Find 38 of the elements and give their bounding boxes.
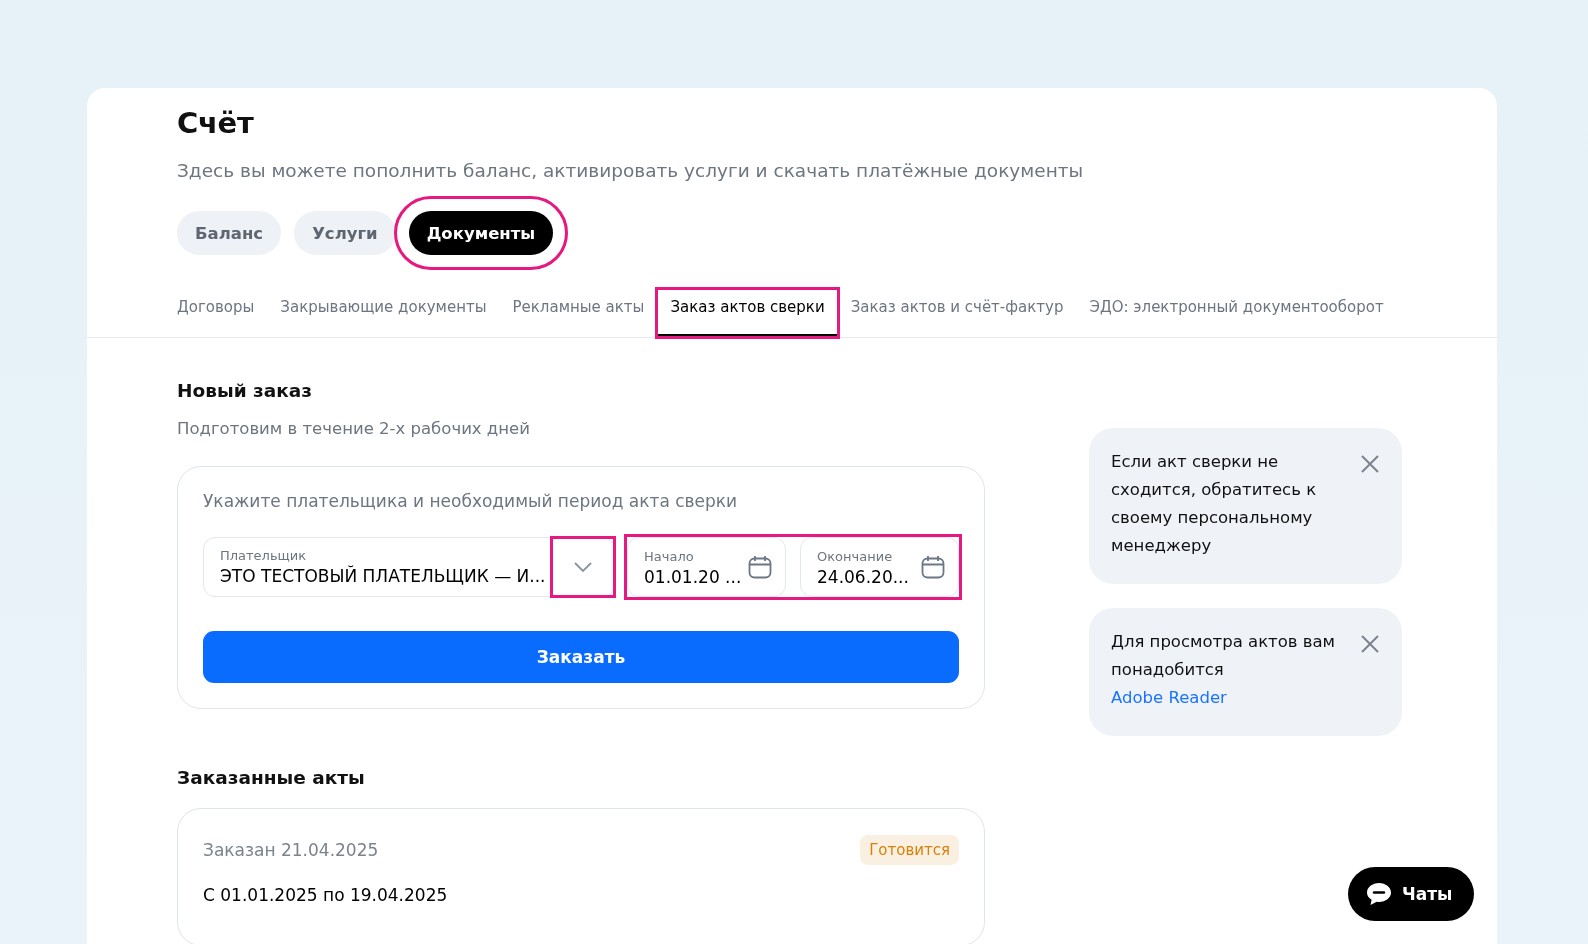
document-tab[interactable]: ЭДО: электронный документооборот <box>1076 289 1397 337</box>
page-subtitle: Здесь вы можете пополнить баланс, активировать услуги и скачать платёжные документы <box>177 160 1085 181</box>
calendar-icon <box>747 554 773 580</box>
document-tab[interactable]: Договоры <box>177 289 268 337</box>
end-date-field[interactable]: Окончание 24.06.20... <box>800 537 959 597</box>
section-tab[interactable]: Услуги <box>294 211 396 255</box>
calendar-icon <box>920 554 946 580</box>
info-text: Для просмотра актов вам понадобится Adobe Reader <box>1111 631 1337 709</box>
section-subtitle: Подготовим в течение 2-х рабочих дней <box>177 419 531 438</box>
section-title: Новый заказ <box>177 380 314 401</box>
payer-dropdown[interactable]: Плательщик ЭТО ТЕСТОВЫЙ ПЛАТЕЛЬЩИК — И... <box>203 537 615 597</box>
section-tab[interactable]: Баланс <box>177 211 282 255</box>
field-value: 24.06.20... <box>817 566 910 587</box>
field-label: Плательщик <box>220 548 308 563</box>
chevron-down-icon <box>574 562 592 572</box>
document-tab[interactable]: Заказ актов и счёт-фактур <box>837 289 1077 337</box>
start-date-field[interactable]: Начало 01.01.20 ... <box>627 537 786 597</box>
document-tab[interactable]: Закрывающие документы <box>267 289 500 337</box>
status-badge: Готовится <box>860 835 959 865</box>
info-text: Если акт сверки не сходится, обратитесь к своему персональному менеджеру <box>1111 451 1318 557</box>
field-value: ЭТО ТЕСТОВЫЙ ПЛАТЕЛЬЩИК — И... <box>220 566 547 586</box>
section-title: Заказанные акты <box>177 767 366 788</box>
order-button[interactable]: Заказать <box>203 631 959 683</box>
field-label: Окончание <box>817 548 894 564</box>
order-period: С 01.01.2025 по 19.04.2025 <box>203 885 449 905</box>
adobe-reader-link[interactable]: Adobe Reader <box>1111 688 1227 707</box>
dropdown-toggle[interactable] <box>552 538 614 596</box>
close-icon[interactable] <box>1360 634 1380 654</box>
field-label: Начало <box>644 548 695 564</box>
document-tab[interactable]: Рекламные акты <box>499 289 658 337</box>
form-instruction: Укажите плательщика и необходимый период акта сверки <box>203 491 739 511</box>
chat-bubble-icon <box>1366 882 1392 906</box>
page-title: Счёт <box>177 106 255 140</box>
order-date: Заказан 21.04.2025 <box>203 840 379 860</box>
chats-button[interactable]: Чаты <box>1348 867 1475 921</box>
document-tab[interactable]: Заказ актов сверки <box>657 289 838 337</box>
field-value: 01.01.20 ... <box>644 566 743 587</box>
close-icon[interactable] <box>1360 454 1380 474</box>
